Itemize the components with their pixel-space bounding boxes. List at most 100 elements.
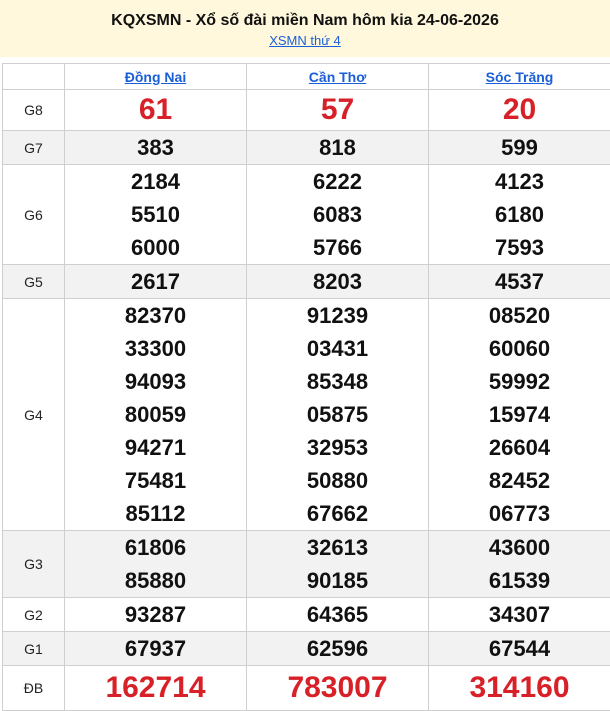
prize-number: 94271 xyxy=(65,431,246,464)
prize-number: 5766 xyxy=(247,231,428,264)
province-link-soc-trang[interactable]: Sóc Trăng xyxy=(429,64,610,90)
prize-number: 2617 xyxy=(65,265,246,298)
prize-row: G482370333009409380059942717548185112912… xyxy=(3,299,610,531)
province-link-can-tho[interactable]: Cần Thơ xyxy=(247,64,429,90)
prize-label: G1 xyxy=(3,632,65,666)
prize-number: 85112 xyxy=(65,497,246,530)
prize-number: 93287 xyxy=(65,598,246,631)
prize-row: G8615720 xyxy=(3,90,610,131)
prize-number: 03431 xyxy=(247,332,428,365)
prize-number: 599 xyxy=(429,131,610,164)
prize-number: 05875 xyxy=(247,398,428,431)
prize-number: 75481 xyxy=(65,464,246,497)
prize-cell: 34307 xyxy=(429,598,610,632)
lottery-results-table: Đồng Nai Cần Thơ Sóc Trăng G8615720G7383… xyxy=(2,63,610,711)
prize-number: 2184 xyxy=(65,165,246,198)
prize-number: 6222 xyxy=(247,165,428,198)
prize-number: 314160 xyxy=(429,666,610,710)
prize-cell: 8203 xyxy=(247,265,429,299)
results-header: KQXSMN - Xổ số đài miền Nam hôm kia 24-0… xyxy=(0,0,610,57)
prize-cell: 622260835766 xyxy=(247,165,429,265)
prize-number: 6083 xyxy=(247,198,428,231)
page-title: KQXSMN - Xổ số đài miền Nam hôm kia 24-0… xyxy=(0,0,610,30)
prize-cell: 08520600605999215974266048245206773 xyxy=(429,299,610,531)
prize-row: G2932876436534307 xyxy=(3,598,610,632)
prize-number: 94093 xyxy=(65,365,246,398)
prize-number: 90185 xyxy=(247,564,428,597)
prize-number: 80059 xyxy=(65,398,246,431)
prize-cell: 383 xyxy=(65,131,247,165)
prize-number: 32613 xyxy=(247,531,428,564)
prize-number: 32953 xyxy=(247,431,428,464)
prize-cell: 62596 xyxy=(247,632,429,666)
prize-label: G3 xyxy=(3,531,65,598)
prize-number: 57 xyxy=(247,90,428,130)
prize-cell: 61 xyxy=(65,90,247,131)
prize-number: 67544 xyxy=(429,632,610,665)
prize-row: G1679376259667544 xyxy=(3,632,610,666)
prize-number: 383 xyxy=(65,131,246,164)
province-link-dong-nai[interactable]: Đồng Nai xyxy=(65,64,247,90)
prize-label: G7 xyxy=(3,131,65,165)
prize-cell: 3261390185 xyxy=(247,531,429,598)
prize-cell: 4360061539 xyxy=(429,531,610,598)
prize-label: G5 xyxy=(3,265,65,299)
prize-number: 6000 xyxy=(65,231,246,264)
prize-number: 162714 xyxy=(65,666,246,710)
prize-number: 62596 xyxy=(247,632,428,665)
prize-number: 7593 xyxy=(429,231,610,264)
prize-number: 4537 xyxy=(429,265,610,298)
prize-number: 67662 xyxy=(247,497,428,530)
prize-cell: 818 xyxy=(247,131,429,165)
prize-number: 783007 xyxy=(247,666,428,710)
prize-cell: 783007 xyxy=(247,666,429,711)
prize-number: 50880 xyxy=(247,464,428,497)
prize-cell: 93287 xyxy=(65,598,247,632)
prize-label: G2 xyxy=(3,598,65,632)
province-header-row: Đồng Nai Cần Thơ Sóc Trăng xyxy=(3,64,610,90)
prize-number: 64365 xyxy=(247,598,428,631)
prize-number: 85880 xyxy=(65,564,246,597)
prize-cell: 314160 xyxy=(429,666,610,711)
prize-number: 82452 xyxy=(429,464,610,497)
prize-number: 6180 xyxy=(429,198,610,231)
prize-number: 5510 xyxy=(65,198,246,231)
prize-cell: 599 xyxy=(429,131,610,165)
prize-number: 43600 xyxy=(429,531,610,564)
prize-cell: 2617 xyxy=(65,265,247,299)
prize-number: 61 xyxy=(65,90,246,130)
prize-number: 818 xyxy=(247,131,428,164)
prize-number: 08520 xyxy=(429,299,610,332)
prize-number: 26604 xyxy=(429,431,610,464)
prize-cell: 218455106000 xyxy=(65,165,247,265)
prize-number: 33300 xyxy=(65,332,246,365)
prize-cell: 412361807593 xyxy=(429,165,610,265)
prize-cell: 20 xyxy=(429,90,610,131)
xsmn-weekday-link[interactable]: XSMN thứ 4 xyxy=(0,33,610,48)
prize-number: 20 xyxy=(429,90,610,130)
prize-number: 4123 xyxy=(429,165,610,198)
prize-cell: 162714 xyxy=(65,666,247,711)
prize-cell: 91239034318534805875329535088067662 xyxy=(247,299,429,531)
prize-number: 15974 xyxy=(429,398,610,431)
prize-number: 85348 xyxy=(247,365,428,398)
prize-row: G7383818599 xyxy=(3,131,610,165)
prize-cell: 67937 xyxy=(65,632,247,666)
prize-cell: 67544 xyxy=(429,632,610,666)
prize-number: 06773 xyxy=(429,497,610,530)
prize-rows: G8615720G7383818599G62184551060006222608… xyxy=(3,90,610,711)
prize-cell: 4537 xyxy=(429,265,610,299)
prize-number: 91239 xyxy=(247,299,428,332)
corner-cell xyxy=(3,64,65,90)
prize-label: ĐB xyxy=(3,666,65,711)
prize-cell: 6180685880 xyxy=(65,531,247,598)
prize-number: 61539 xyxy=(429,564,610,597)
prize-row: G5261782034537 xyxy=(3,265,610,299)
prize-number: 59992 xyxy=(429,365,610,398)
prize-cell: 82370333009409380059942717548185112 xyxy=(65,299,247,531)
prize-label: G4 xyxy=(3,299,65,531)
prize-number: 8203 xyxy=(247,265,428,298)
prize-number: 60060 xyxy=(429,332,610,365)
prize-number: 34307 xyxy=(429,598,610,631)
prize-row: ĐB162714783007314160 xyxy=(3,666,610,711)
